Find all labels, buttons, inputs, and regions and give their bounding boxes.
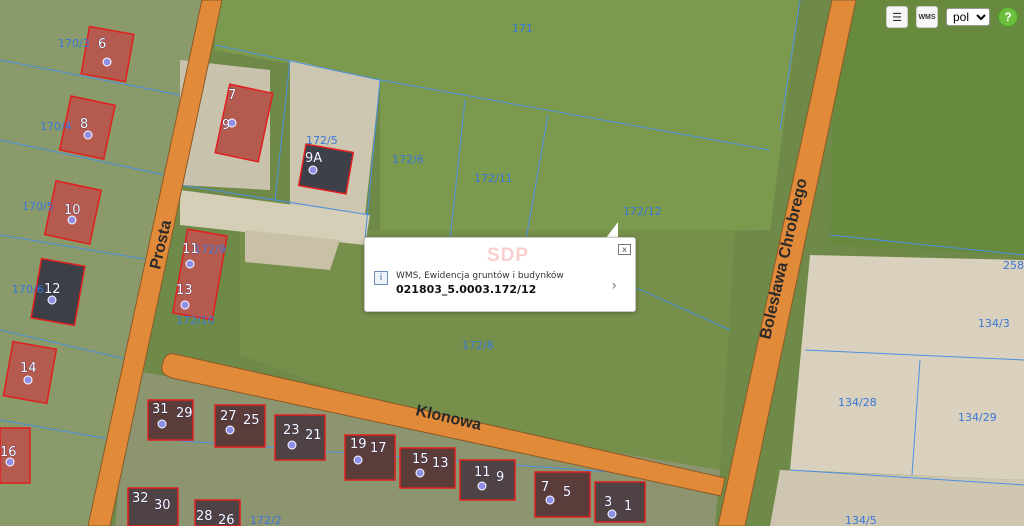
house-number: 31 <box>152 402 169 417</box>
house-number: 25 <box>243 413 260 428</box>
house-number: 9 <box>496 470 504 485</box>
house-number: 28 <box>196 509 213 524</box>
popup-tail <box>606 222 618 238</box>
parcel-label: 172/5 <box>306 134 338 147</box>
parcel-label: 172/11 <box>474 172 513 185</box>
parcel-label: 172/8 <box>462 339 494 352</box>
parcel-label: 170/4 <box>40 120 72 133</box>
list-button[interactable]: ☰ <box>886 6 908 28</box>
parcel-label: 170/5 <box>22 200 54 213</box>
parcel-label: 172/10 <box>176 314 215 327</box>
house-number: 17 <box>370 441 387 456</box>
chevron-right-icon[interactable]: › <box>611 278 617 294</box>
list-icon: ☰ <box>892 11 902 24</box>
parcel-label: 172/9 <box>194 243 226 256</box>
popup-watermark: SDP <box>487 245 530 266</box>
house-number: 7 <box>541 480 549 495</box>
house-number: 16 <box>0 445 17 460</box>
house-number: 15 <box>412 452 429 467</box>
house-number: 1 <box>624 499 632 514</box>
house-number: 29 <box>176 406 193 421</box>
house-number: 32 <box>132 491 149 506</box>
house-number: 30 <box>154 498 171 513</box>
parcel-label: 258 <box>1003 259 1024 272</box>
house-number: 3 <box>604 495 612 510</box>
info-icon: i <box>374 271 388 285</box>
parcel-label: 172/2 <box>250 514 282 526</box>
map-toolbar: ☰ WMS pol ? <box>886 6 1018 28</box>
house-number: 6 <box>98 37 106 52</box>
house-number: 26 <box>218 513 235 526</box>
house-number: 13 <box>432 456 449 471</box>
parcel-label: 171 <box>512 22 533 35</box>
house-number: 8 <box>80 117 88 132</box>
house-number: 14 <box>20 361 37 376</box>
parcel-label: 134/28 <box>838 396 877 409</box>
help-icon: ? <box>1004 10 1012 24</box>
house-number: 5 <box>563 485 571 500</box>
parcel-label: 134/29 <box>958 411 997 424</box>
house-number: 11 <box>182 242 199 257</box>
close-icon[interactable]: x <box>618 244 631 255</box>
popup-parcel-id: 021803_5.0003.172/12 <box>396 283 537 296</box>
help-button[interactable]: ? <box>998 7 1018 27</box>
wms-button[interactable]: WMS <box>916 6 938 28</box>
parcel-label: 172/12 <box>623 205 662 218</box>
parcel-label: 170/6 <box>12 283 44 296</box>
house-number: 13 <box>176 283 193 298</box>
language-select[interactable]: pol <box>946 8 990 26</box>
parcel-label: 172/6 <box>392 153 424 166</box>
house-number: 12 <box>44 282 61 297</box>
parcel-label: 170/3 <box>58 37 90 50</box>
house-number: 9A <box>305 151 322 166</box>
parcel-label: 134/5 <box>845 514 877 526</box>
house-number: 7 <box>228 88 236 103</box>
house-number: 19 <box>350 437 367 452</box>
identify-popup: SDP x i WMS, Ewidencja gruntów i budynkó… <box>364 237 636 312</box>
house-number: 27 <box>220 409 237 424</box>
house-number: 21 <box>305 428 322 443</box>
house-number: 23 <box>283 423 300 438</box>
popup-layer-name: WMS, Ewidencja gruntów i budynków <box>396 271 564 281</box>
wms-icon: WMS <box>918 13 936 21</box>
house-number: 11 <box>474 465 491 480</box>
parcel-label: 134/3 <box>978 317 1010 330</box>
